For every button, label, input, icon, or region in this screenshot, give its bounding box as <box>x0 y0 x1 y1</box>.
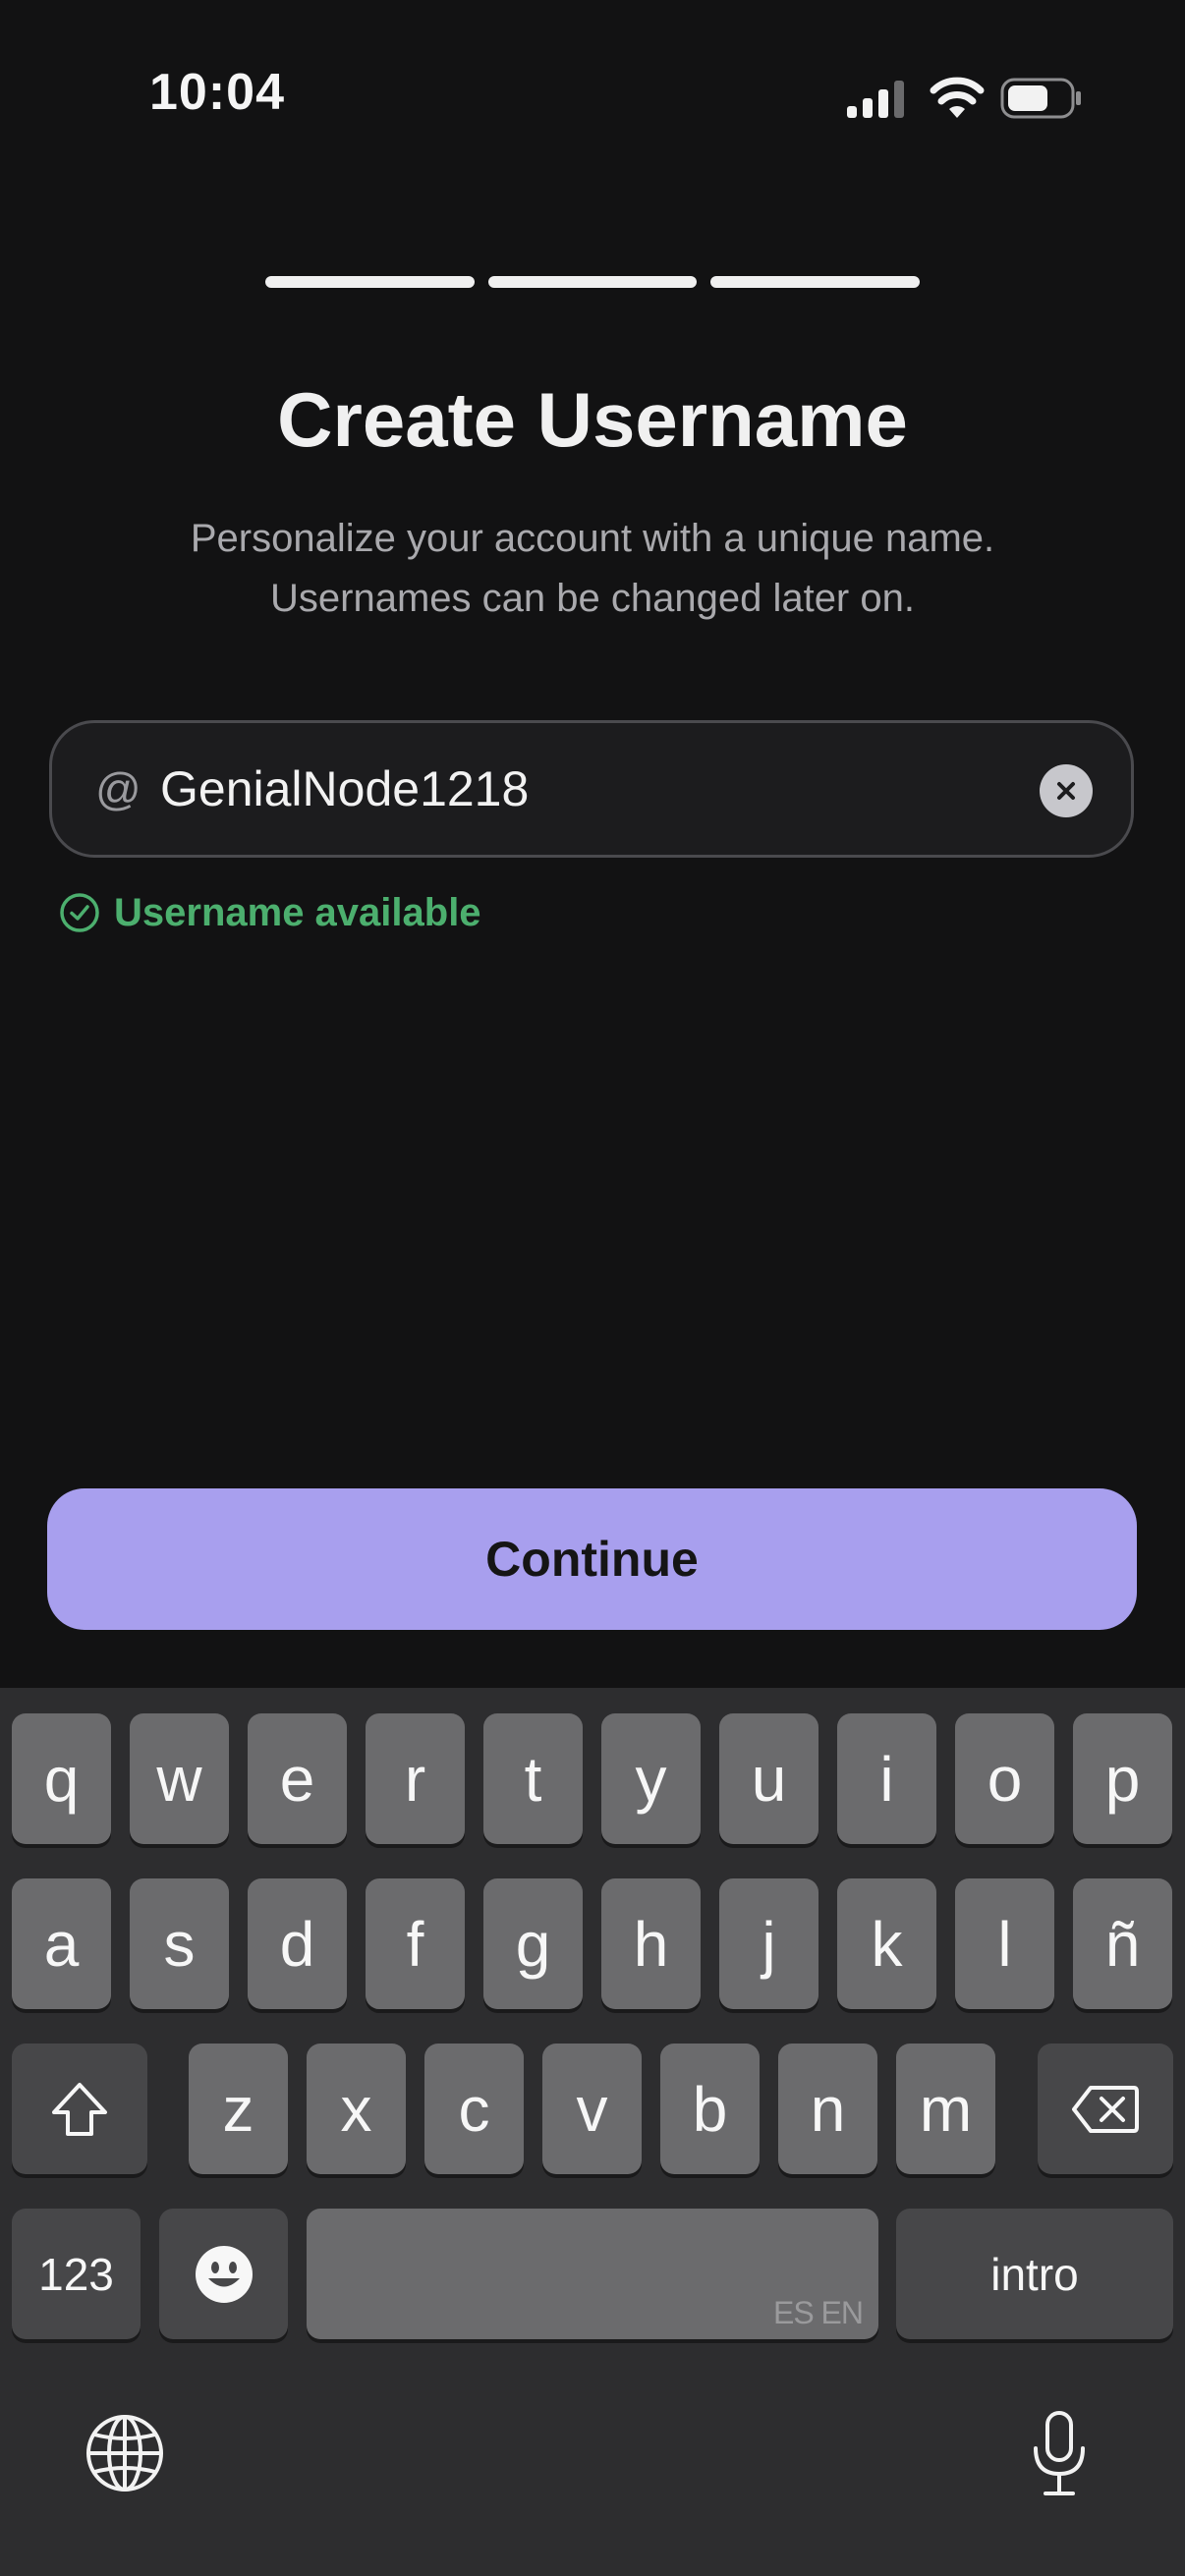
key-t[interactable]: t <box>483 1713 583 1844</box>
cellular-signal-icon <box>847 81 904 118</box>
key-b[interactable]: b <box>660 2044 760 2174</box>
backspace-key[interactable] <box>1038 2044 1173 2174</box>
progress-indicator <box>265 276 921 288</box>
subtitle-line-2: Usernames can be changed later on. <box>270 577 915 620</box>
battery-icon <box>1000 78 1081 119</box>
backspace-icon <box>1072 2085 1139 2133</box>
key-x[interactable]: x <box>307 2044 406 2174</box>
progress-step <box>487 276 698 288</box>
continue-button[interactable]: Continue <box>47 1488 1137 1630</box>
key-d[interactable]: d <box>248 1878 347 2009</box>
key-v[interactable]: v <box>542 2044 642 2174</box>
username-input[interactable] <box>160 749 1044 829</box>
key-c[interactable]: c <box>424 2044 524 2174</box>
availability-status: Username available <box>59 888 481 937</box>
at-prefix: @ <box>95 763 141 814</box>
key-w[interactable]: w <box>130 1713 229 1844</box>
status-time: 10:04 <box>149 64 285 121</box>
key-a[interactable]: a <box>12 1878 111 2009</box>
key-p[interactable]: p <box>1073 1713 1172 1844</box>
key-g[interactable]: g <box>483 1878 583 2009</box>
globe-icon[interactable] <box>85 2413 165 2493</box>
language-hint: ES EN <box>772 2295 864 2330</box>
clear-icon[interactable] <box>1040 764 1093 817</box>
progress-step <box>265 276 475 288</box>
emoji-key[interactable] <box>159 2209 288 2339</box>
check-circle-icon <box>60 893 99 932</box>
key-u[interactable]: u <box>719 1713 818 1844</box>
key-f[interactable]: f <box>366 1878 465 2009</box>
key-m[interactable]: m <box>896 2044 995 2174</box>
key-o[interactable]: o <box>955 1713 1054 1844</box>
wifi-icon <box>930 77 985 118</box>
progress-step <box>710 276 921 288</box>
numbers-key[interactable]: 123 <box>12 2209 141 2339</box>
key-q[interactable]: q <box>12 1713 111 1844</box>
key-s[interactable]: s <box>130 1878 229 2009</box>
shift-key[interactable] <box>12 2044 147 2174</box>
key-h[interactable]: h <box>601 1878 701 2009</box>
key-k[interactable]: k <box>837 1878 936 2009</box>
key-n-tilde[interactable]: ñ <box>1073 1878 1172 2009</box>
status-bar: 10:04 <box>0 0 1185 187</box>
key-y[interactable]: y <box>601 1713 701 1844</box>
key-l[interactable]: l <box>955 1878 1054 2009</box>
key-i[interactable]: i <box>837 1713 936 1844</box>
space-key[interactable]: ES EN <box>307 2209 878 2339</box>
key-z[interactable]: z <box>189 2044 288 2174</box>
page-title: Create Username <box>277 376 908 463</box>
key-e[interactable]: e <box>248 1713 347 1844</box>
subtitle-line-1: Personalize your account with a unique n… <box>190 517 995 560</box>
page-subtitle: Personalize your account with a unique n… <box>0 509 1185 629</box>
availability-text: Username available <box>114 890 481 934</box>
microphone-icon[interactable] <box>1028 2409 1091 2499</box>
keyboard: q w e r t y u i o p a s d f g h j k l ñ … <box>0 1688 1185 2576</box>
shift-icon <box>52 2082 107 2136</box>
return-key[interactable]: intro <box>896 2209 1173 2339</box>
key-n[interactable]: n <box>778 2044 877 2174</box>
key-r[interactable]: r <box>366 1713 465 1844</box>
username-field[interactable]: @ <box>49 720 1134 858</box>
key-j[interactable]: j <box>719 1878 818 2009</box>
status-icons <box>845 71 1081 126</box>
emoji-icon <box>195 2245 253 2303</box>
